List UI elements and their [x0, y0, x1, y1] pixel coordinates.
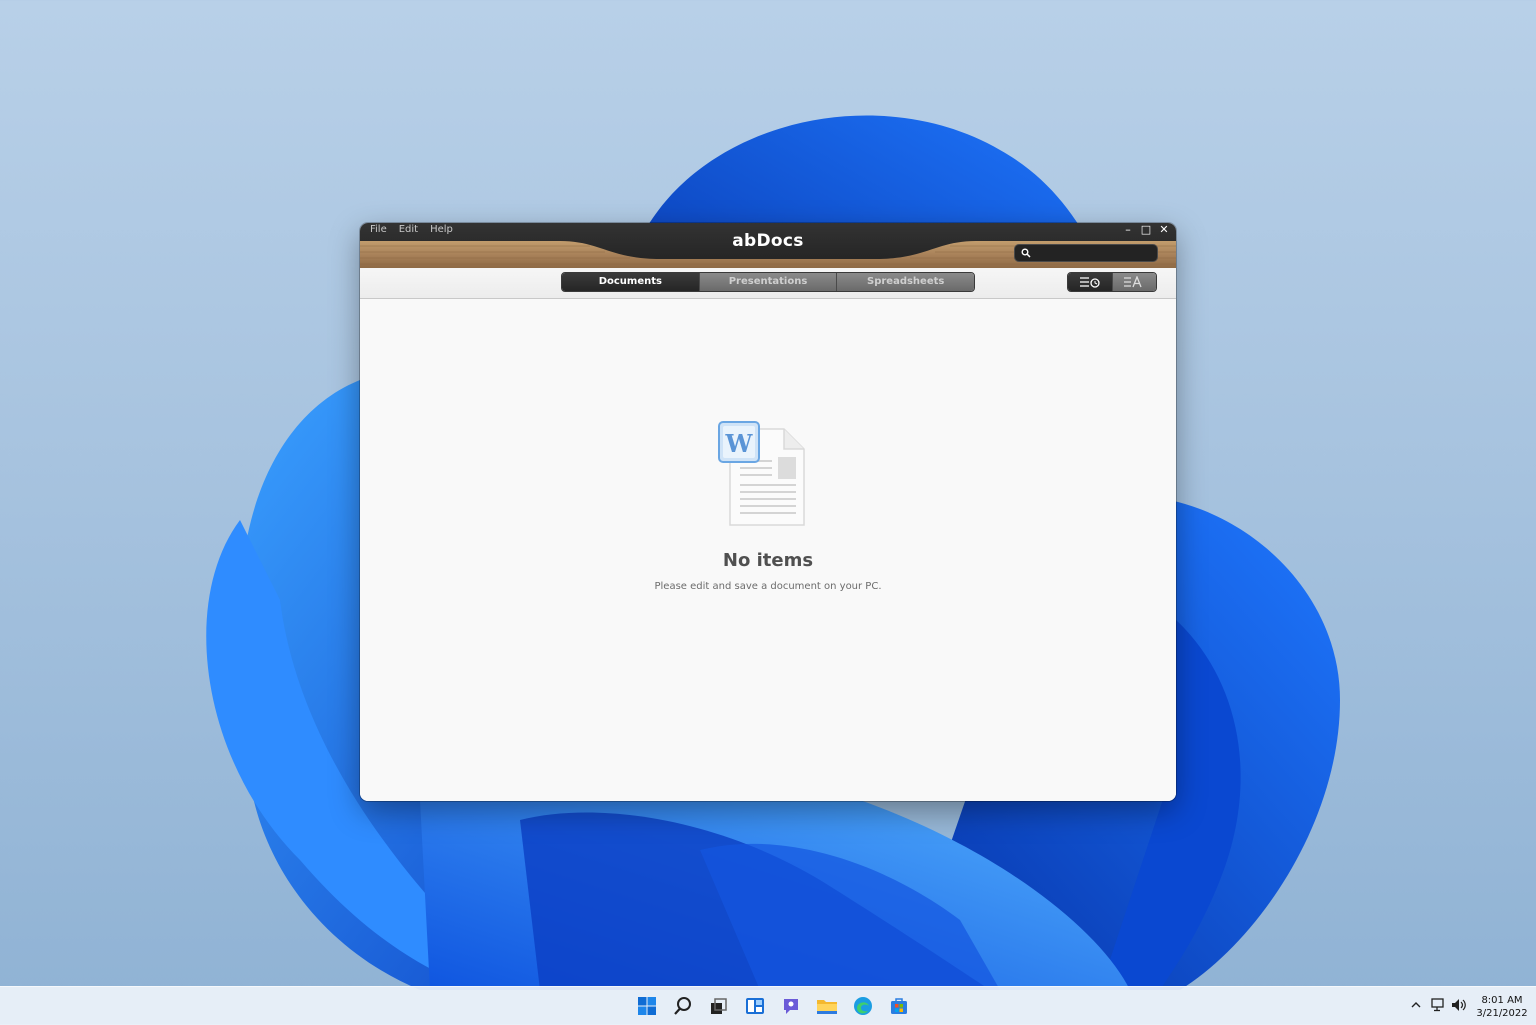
toolbar: Documents Presentations Spreadsheets	[360, 268, 1176, 299]
clock-date: 3/21/2022	[1476, 1008, 1528, 1019]
sort-toggle	[1067, 272, 1157, 292]
document-type-tabs: Documents Presentations Spreadsheets	[561, 272, 975, 292]
title-bar[interactable]: File Edit Help abDocs – □ ✕	[360, 223, 1176, 268]
word-document-icon: W	[718, 421, 805, 526]
chevron-up-icon[interactable]	[1410, 999, 1422, 1011]
file-explorer-icon[interactable]	[814, 993, 840, 1019]
sort-by-name-button[interactable]	[1111, 273, 1156, 291]
empty-state-title: No items	[722, 550, 814, 571]
task-view-icon[interactable]	[706, 993, 732, 1019]
store-icon[interactable]	[886, 993, 912, 1019]
tab-spreadsheets[interactable]: Spreadsheets	[836, 273, 974, 291]
minimize-button[interactable]: –	[1122, 223, 1134, 237]
abdocs-window: File Edit Help abDocs – □ ✕ Documents Pr…	[360, 223, 1176, 801]
search-icon	[1021, 248, 1031, 258]
sort-by-name-icon	[1124, 276, 1142, 288]
search-icon[interactable]	[670, 993, 696, 1019]
taskbar-apps	[634, 993, 912, 1019]
close-button[interactable]: ✕	[1158, 223, 1170, 237]
volume-icon[interactable]	[1451, 998, 1467, 1012]
widgets-icon[interactable]	[742, 993, 768, 1019]
tab-presentations[interactable]: Presentations	[698, 273, 837, 291]
system-clock[interactable]: 8:01 AM 3/21/2022	[1474, 994, 1530, 1020]
sort-by-date-icon	[1079, 277, 1100, 288]
network-icon[interactable]	[1431, 998, 1447, 1012]
search-input[interactable]	[1014, 244, 1158, 262]
taskbar: 8:01 AM 3/21/2022	[0, 986, 1536, 1025]
window-controls: – □ ✕	[1122, 223, 1170, 237]
document-list: W No items Please edit and save a docume…	[360, 299, 1176, 801]
tab-documents[interactable]: Documents	[562, 273, 699, 291]
maximize-button[interactable]: □	[1140, 223, 1152, 237]
chat-icon[interactable]	[778, 993, 804, 1019]
word-icon-letter: W	[725, 429, 754, 458]
empty-state-subtitle: Please edit and save a document on your …	[654, 581, 882, 592]
windows-start-icon[interactable]	[634, 993, 660, 1019]
clock-time: 8:01 AM	[1481, 995, 1523, 1006]
edge-icon[interactable]	[850, 993, 876, 1019]
sort-by-date-button[interactable]	[1068, 273, 1112, 291]
